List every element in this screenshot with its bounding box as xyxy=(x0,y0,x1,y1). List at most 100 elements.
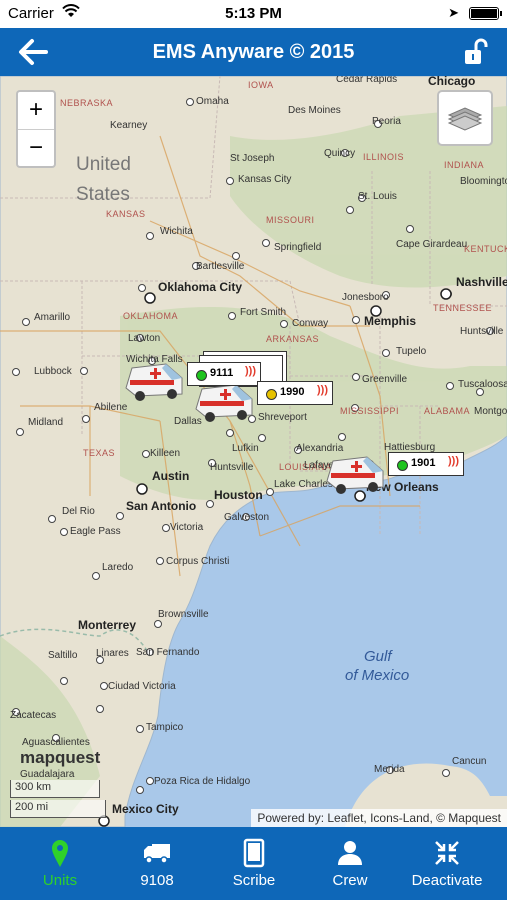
city-label: Amarillo xyxy=(34,312,71,323)
state-label: IOWA xyxy=(248,80,274,90)
city-label: Austin xyxy=(152,469,190,483)
city-label: Springfield xyxy=(274,242,322,253)
city-label: Del Rio xyxy=(62,506,95,517)
unit-id: 9111 xyxy=(210,367,234,379)
unit-label-9111[interactable]: 9111 ))) xyxy=(187,362,261,386)
ambulance-icon xyxy=(195,384,253,422)
city-label: Eagle Pass xyxy=(70,526,121,537)
city-label: Zacatecas xyxy=(10,710,57,721)
state-label: ARKANSAS xyxy=(266,334,320,344)
state-label: NEBRASKA xyxy=(60,98,114,108)
city-label: Des Moines xyxy=(288,105,341,116)
navigation-bar: EMS Anyware © 2015 xyxy=(0,28,507,76)
layers-icon xyxy=(447,107,483,131)
signal-icon: ))) xyxy=(448,455,459,467)
city-label: Lufkin xyxy=(232,443,259,454)
state-label: MISSISSIPPI xyxy=(340,406,400,416)
city-label: Killeen xyxy=(150,448,181,459)
tab-deactivate[interactable]: Deactivate xyxy=(387,827,507,900)
clock: 5:13 PM xyxy=(225,5,282,22)
state-label: ALABAMA xyxy=(424,406,471,416)
unit-label-1990[interactable]: 1990 ))) xyxy=(257,381,333,405)
city-label: Tupelo xyxy=(396,346,427,357)
truck-icon xyxy=(144,844,170,864)
city-label: Corpus Christi xyxy=(166,556,230,567)
country-label-line2: States xyxy=(76,184,130,205)
city-label: Saltillo xyxy=(48,650,78,661)
unlock-icon[interactable] xyxy=(463,38,489,66)
ambulance-marker[interactable] xyxy=(122,360,186,401)
layers-button[interactable] xyxy=(437,90,493,146)
city-label: Aguascalientes xyxy=(22,737,90,748)
city-label: St. Louis xyxy=(358,191,397,202)
city-label: Memphis xyxy=(364,314,417,328)
water-label-line1: Gulf xyxy=(364,648,392,665)
status-dot-green xyxy=(397,460,408,471)
city-label: St Joseph xyxy=(230,153,275,164)
collapse-arrows-icon xyxy=(435,841,459,865)
state-label: OKLAHOMA xyxy=(123,311,179,321)
tablet-icon xyxy=(243,838,265,868)
state-label: INDIANA xyxy=(444,160,485,170)
scale-km: 300 km xyxy=(10,780,100,798)
battery-icon xyxy=(469,7,502,20)
map-attribution[interactable]: Powered by: Leaflet, Icons-Land, © Mapqu… xyxy=(251,809,507,827)
city-label: Peoria xyxy=(372,116,401,127)
zoom-in-button[interactable]: + xyxy=(18,92,54,129)
city-label: Lawton xyxy=(128,333,161,344)
city-label: Fort Smith xyxy=(240,307,287,318)
city-label: Midland xyxy=(28,417,64,428)
city-label: San Fernando xyxy=(136,647,200,658)
city-label: Huntsville xyxy=(210,462,254,473)
city-label: Ciudad Victoria xyxy=(108,681,176,692)
status-dot-green xyxy=(196,370,207,381)
city-label: Cedar Rapids xyxy=(336,76,398,85)
city-label: Jonesboro xyxy=(342,292,389,303)
city-label: Wichita xyxy=(160,226,193,237)
city-label: Galveston xyxy=(224,512,270,523)
status-dot-yellow xyxy=(266,389,277,400)
city-label: Kansas City xyxy=(238,174,292,185)
unit-id: 1901 xyxy=(411,457,436,469)
city-label: Nashville xyxy=(456,275,507,289)
state-label: MISSOURI xyxy=(266,215,315,225)
city-label: Houston xyxy=(214,488,263,502)
city-label: Tampico xyxy=(146,722,184,733)
unit-label-1901[interactable]: 1901 ))) xyxy=(388,452,464,476)
city-label: Kearney xyxy=(110,120,148,131)
status-bar: Carrier 5:13 PM ➤ xyxy=(0,0,507,28)
city-label: Montgomery xyxy=(474,406,507,417)
state-label: TENNESSEE xyxy=(433,303,493,313)
city-label: Brownsville xyxy=(158,609,209,620)
map-view[interactable]: NEBRASKA IOWA ILLINOIS INDIANA KANSAS MI… xyxy=(0,76,507,827)
city-label: Omaha xyxy=(196,96,229,107)
ambulance-icon xyxy=(326,456,384,494)
water-label-line2: of Mexico xyxy=(345,667,410,684)
tab-bar: Units 9108 Scribe Crew Deactivate xyxy=(0,827,507,900)
zoom-control: + − xyxy=(16,90,56,168)
signal-icon: ))) xyxy=(245,365,256,377)
city-label: Guadalajara xyxy=(20,769,75,780)
city-label: San Antonio xyxy=(126,499,197,513)
city-label: Bartlesville xyxy=(196,261,245,272)
city-label: Conway xyxy=(292,318,329,329)
unit-id: 1990 xyxy=(280,386,305,398)
ambulance-marker[interactable] xyxy=(323,453,387,494)
state-label: KANSAS xyxy=(106,209,146,219)
zoom-out-button[interactable]: − xyxy=(18,129,54,167)
ambulance-icon xyxy=(125,363,183,401)
city-label: Victoria xyxy=(170,522,204,533)
city-label: Chicago xyxy=(428,76,476,88)
city-label: Laredo xyxy=(102,562,134,573)
state-label: KENTUCKY xyxy=(464,244,507,254)
city-label: Shreveport xyxy=(258,412,307,423)
person-icon xyxy=(338,841,362,865)
city-label: Monterrey xyxy=(78,618,137,632)
page-title: EMS Anyware © 2015 xyxy=(152,41,355,63)
city-label: Greenville xyxy=(362,374,408,385)
tab-label: Deactivate xyxy=(411,872,483,889)
ambulance-marker[interactable] xyxy=(192,381,256,422)
city-label: Quincy xyxy=(324,148,356,159)
city-label: Tuscaloosa xyxy=(458,379,507,390)
city-label: Bloomington xyxy=(460,176,507,187)
